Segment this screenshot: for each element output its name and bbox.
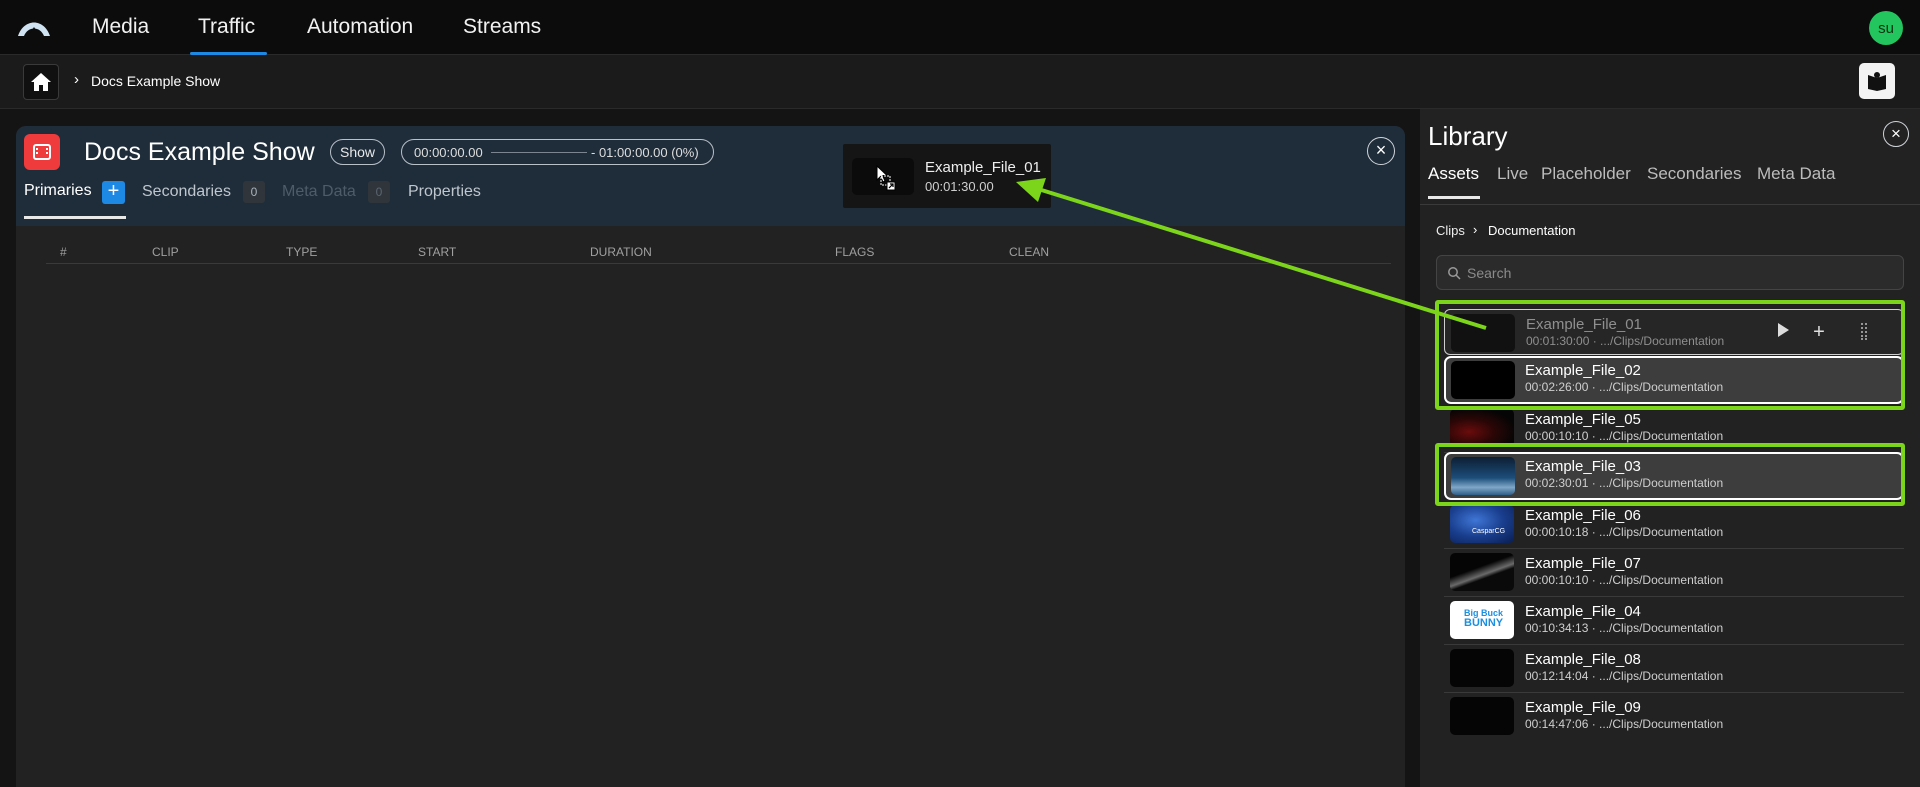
show-panel: Docs Example Show Show 00:00:00.00 - 01:… [16,126,1405,787]
library-clip-row[interactable]: Example_File_08 00:12:14:04 · .../Clips/… [1444,645,1904,693]
breadcrumb-current[interactable]: Docs Example Show [91,73,220,89]
highlight-box [1435,300,1905,410]
show-icon [24,134,60,170]
clip-thumbnail: CasparCG [1450,505,1514,543]
close-icon: × [1375,140,1387,160]
clip-name: Example_File_08 [1525,651,1641,668]
col-start[interactable]: START [418,245,456,259]
film-icon [33,144,51,160]
top-nav: Media Traffic Automation Streams su [0,0,1920,55]
library-tab-live[interactable]: Live [1497,164,1528,184]
library-clip-row[interactable]: Example_File_09 00:14:47:06 · .../Clips/… [1444,693,1904,741]
primaries-table-header: # CLIP TYPE START DURATION FLAGS CLEAN [46,236,1391,264]
clip-meta: 00:12:14:04 · .../Clips/Documentation [1525,669,1724,683]
highlight-box [1435,443,1905,506]
tab-properties[interactable]: Properties [408,183,481,201]
plus-icon: + [107,180,120,202]
thumbnail-caption: CasparCG [1472,528,1506,535]
time-remaining: - 01:00:00.00 (0%) [591,145,699,160]
secondaries-count-badge: 0 [243,181,265,203]
drag-preview: Example_File_01 00:01:30.00 [843,144,1051,208]
library-crumb-root[interactable]: Clips [1436,223,1465,238]
search-icon [1448,267,1461,280]
chevron-right-icon: › [74,71,79,88]
close-icon: × [1891,124,1901,143]
app-logo-icon[interactable] [16,14,52,40]
col-clip[interactable]: CLIP [152,245,179,259]
close-library-button[interactable]: × [1883,121,1909,147]
clip-thumbnail [1450,649,1514,687]
library-divider [1420,204,1920,205]
time-progress-track [491,152,587,153]
tab-primaries[interactable]: Primaries [24,182,92,200]
library-tab-assets[interactable]: Assets [1428,164,1479,184]
library-clip-row[interactable]: CasparCG Example_File_06 00:00:10:18 · .… [1444,501,1904,549]
clip-meta: 00:10:34:13 · .../Clips/Documentation [1525,621,1724,635]
time-start: 00:00:00.00 [414,145,483,160]
clip-meta: 00:00:10:10 · .../Clips/Documentation [1525,429,1724,443]
chevron-right-icon: › [1473,222,1478,237]
drag-copy-icon [880,175,896,191]
col-flags[interactable]: FLAGS [835,245,874,259]
clip-thumbnail [1450,409,1514,447]
docs-button[interactable] [1859,63,1895,99]
breadcrumb: › Docs Example Show [0,55,1920,109]
library-clip-row[interactable]: Big Buck BUNNY Example_File_04 00:10:34:… [1444,597,1904,645]
nav-traffic[interactable]: Traffic [198,15,255,39]
clip-name: Example_File_06 [1525,507,1641,524]
drag-preview-duration: 00:01:30.00 [925,179,994,194]
user-avatar[interactable]: su [1869,11,1903,45]
clip-name: Example_File_09 [1525,699,1641,716]
thumbnail-caption: BUNNY [1464,617,1504,629]
library-search[interactable] [1436,255,1904,290]
nav-media[interactable]: Media [92,15,149,39]
library-clip-row[interactable]: Example_File_07 00:00:10:10 · .../Clips/… [1444,549,1904,597]
library-tab-secondaries[interactable]: Secondaries [1647,164,1742,184]
drag-preview-name: Example_File_01 [925,159,1041,176]
meta-count-badge: 0 [368,181,390,203]
book-help-icon [1868,72,1886,91]
clip-thumbnail: Big Buck BUNNY [1450,601,1514,639]
show-header: Docs Example Show Show 00:00:00.00 - 01:… [16,126,1405,226]
clip-thumbnail [1450,697,1514,735]
show-timeline[interactable]: 00:00:00.00 - 01:00:00.00 (0%) [401,139,714,165]
show-title: Docs Example Show [84,138,315,166]
library-tab-meta-data[interactable]: Meta Data [1757,164,1835,184]
tab-secondaries[interactable]: Secondaries [142,183,231,201]
home-icon [31,73,51,91]
add-primary-button[interactable]: + [102,181,125,204]
library-title: Library [1428,121,1508,151]
library-tab-placeholder[interactable]: Placeholder [1541,164,1631,184]
close-show-button[interactable]: × [1367,137,1395,165]
tab-meta-data: Meta Data [282,183,356,200]
clip-name: Example_File_07 [1525,555,1641,572]
col-type[interactable]: TYPE [286,245,317,259]
col-clean[interactable]: CLEAN [1009,245,1049,259]
col-duration[interactable]: DURATION [590,245,652,259]
clip-meta: 00:00:10:18 · .../Clips/Documentation [1525,525,1724,539]
nav-streams[interactable]: Streams [463,15,541,39]
show-type-badge[interactable]: Show [330,139,386,165]
library-tab-indicator [1428,196,1480,199]
search-input[interactable] [1467,256,1897,289]
library-crumb-folder[interactable]: Documentation [1488,223,1575,238]
clip-name: Example_File_05 [1525,411,1641,428]
col-number[interactable]: # [60,245,67,259]
nav-automation[interactable]: Automation [307,15,413,39]
clip-meta: 00:14:47:06 · .../Clips/Documentation [1525,717,1724,731]
clip-name: Example_File_04 [1525,603,1641,620]
home-button[interactable] [23,64,59,100]
clip-thumbnail [1450,553,1514,591]
tab-active-indicator [24,216,126,219]
clip-meta: 00:00:10:10 · .../Clips/Documentation [1525,573,1724,587]
